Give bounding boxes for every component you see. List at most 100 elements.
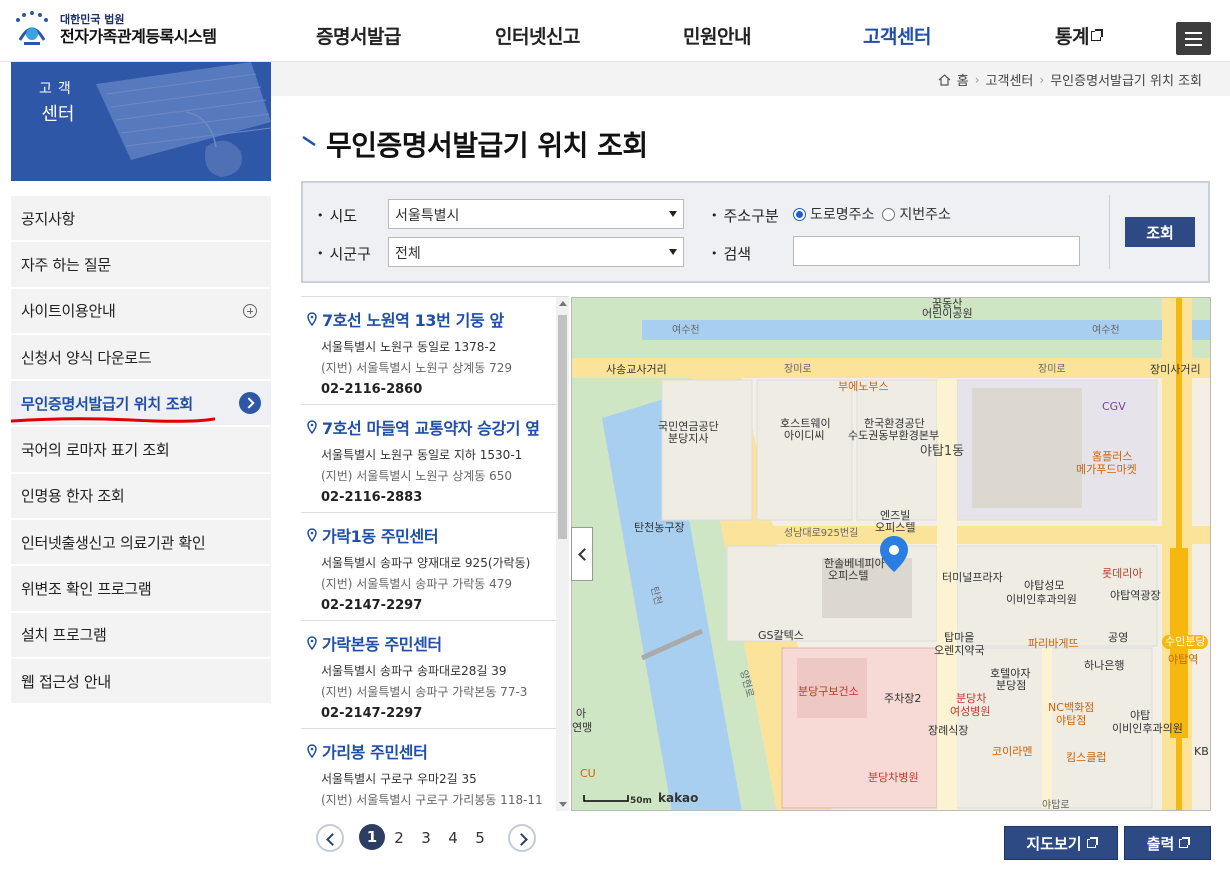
map-label: 야탑역광장 xyxy=(1110,589,1161,602)
list-item[interactable]: 가락본동 주민센터 서울특별시 송파구 송파대로28길 39 (지번) 서울특별… xyxy=(301,621,569,729)
map-label: 여성병원 xyxy=(950,705,991,718)
map-label: GS칼텍스 xyxy=(758,629,804,642)
site-logo[interactable]: 대한민국 법원 전자가족관계등록시스템 xyxy=(12,10,217,50)
page-title: 무인증명서발급기 위치 조회 xyxy=(326,129,648,162)
list-item[interactable]: 7호선 마들역 교통약자 승강기 옆 서울특별시 노원구 동일로 지하 1530… xyxy=(301,405,569,513)
sigungu-label: 시군구 xyxy=(317,243,371,264)
external-link-icon xyxy=(1086,836,1098,848)
hamburger-icon xyxy=(1185,31,1202,34)
kiosk-jibun-address: (지번) 서울특별시 송파구 가락본동 77-3 xyxy=(321,685,528,699)
scroll-up-icon[interactable] xyxy=(559,301,567,306)
map-label: 파리바게뜨 xyxy=(1028,637,1079,650)
breadcrumb-level1[interactable]: 고객센터 xyxy=(986,70,1034,89)
page-number[interactable]: 5 xyxy=(473,829,487,847)
sidebar-item-romanization[interactable]: 국어의 로마자 표기 조회 xyxy=(11,427,271,474)
collapse-list-button[interactable] xyxy=(571,527,593,581)
logo-subtitle: 대한민국 법원 xyxy=(60,13,125,26)
nav-civil-guide[interactable]: 민원안내 xyxy=(683,22,751,49)
scroll-down-icon[interactable] xyxy=(559,802,567,807)
radio-road-address[interactable] xyxy=(793,207,806,221)
map-label: NC백화점 xyxy=(1048,701,1095,714)
map-label: 연맹 xyxy=(572,721,593,734)
map-label: 이비인후과의원 xyxy=(1112,722,1183,735)
page-number[interactable]: 4 xyxy=(446,829,460,847)
page-number-current[interactable]: 1 xyxy=(359,824,385,850)
breadcrumb-current: 무인증명서발급기 위치 조회 xyxy=(1050,74,1202,89)
print-button[interactable]: 출력 xyxy=(1124,826,1211,860)
map-label: 하나은행 xyxy=(1084,659,1125,672)
sidebar-item-forgery-check[interactable]: 위변조 확인 프로그램 xyxy=(11,566,271,613)
map-label: 아이디씨 xyxy=(784,429,825,442)
site-header: 대한민국 법원 전자가족관계등록시스템 증명서발급 인터넷신고 민원안내 고객센… xyxy=(0,0,1230,62)
radio-jibun-address[interactable] xyxy=(882,207,896,221)
dropdown-caret-icon xyxy=(669,249,677,255)
map-label: 오렌지약국 xyxy=(934,644,985,657)
sidebar-item-name-hanja[interactable]: 인명용 한자 조회 xyxy=(11,473,271,521)
map-label: 분당구보건소 xyxy=(798,685,859,698)
nav-internet-report[interactable]: 인터넷신고 xyxy=(495,22,580,49)
breadcrumb-bar: 홈 › 고객센터 › 무인증명서발급기 위치 조회 xyxy=(271,62,1230,96)
location-pin-icon xyxy=(307,312,317,326)
all-menu-button[interactable] xyxy=(1176,22,1211,55)
map-brand-logo[interactable]: kakao xyxy=(658,792,698,804)
map-scale-label: 50m xyxy=(630,796,652,806)
list-item[interactable]: 7호선 노원역 13번 기둥 앞 서울특별시 노원구 동일로 1378-2 (지… xyxy=(301,297,569,405)
sido-select[interactable]: 서울특별시 xyxy=(388,199,684,229)
kiosk-road-address: 서울특별시 송파구 양재대로 925(가락동) xyxy=(321,556,531,570)
breadcrumb: 홈 › 고객센터 › 무인증명서발급기 위치 조회 xyxy=(938,70,1202,89)
scrollbar-thumb[interactable] xyxy=(558,315,567,539)
kiosk-road-address: 서울특별시 노원구 동일로 지하 1530-1 xyxy=(321,448,523,462)
address-type-label: 주소구분 xyxy=(711,205,779,226)
search-panel: 시도 서울특별시 시군구 전체 주소구분 도로명주소 지번주소 검색 조회 xyxy=(301,181,1210,283)
kiosk-name[interactable]: 가리봉 주민센터 xyxy=(322,739,428,763)
sidebar-item-birth-hospital[interactable]: 인터넷출생신고 의료기관 확인 xyxy=(11,520,271,567)
search-submit-button[interactable]: 조회 xyxy=(1125,217,1195,247)
radio-road-address-label[interactable]: 도로명주소 xyxy=(810,204,874,224)
kiosk-name[interactable]: 7호선 노원역 13번 기둥 앞 xyxy=(322,307,504,331)
nav-statistics[interactable]: 통계 xyxy=(1055,22,1103,49)
map-label: 분당차병원 xyxy=(868,771,919,784)
map-label: 여수천 xyxy=(1092,325,1120,336)
kiosk-name[interactable]: 가락1동 주민센터 xyxy=(322,523,439,547)
radio-jibun-address-label[interactable]: 지번주소 xyxy=(899,204,951,224)
map-label: 공영 xyxy=(1108,631,1129,644)
sidebar-item-form-download[interactable]: 신청서 양식 다운로드 xyxy=(11,334,271,382)
map-label: CGV xyxy=(1102,400,1126,413)
nav-certificate[interactable]: 증명서발급 xyxy=(316,22,401,49)
next-page-button[interactable] xyxy=(508,824,536,852)
keyword-input[interactable] xyxy=(793,236,1080,266)
map-view[interactable]: 꿈동산 어린이공원 여수천 여수천 사송교사거리 장미로 장미로 장미사거리 부… xyxy=(571,297,1211,811)
map-label: 여수천 xyxy=(672,325,700,336)
page-number[interactable]: 3 xyxy=(419,829,433,847)
kiosk-name[interactable]: 가락본동 주민센터 xyxy=(322,631,442,655)
breadcrumb-home[interactable]: 홈 xyxy=(957,70,969,89)
kiosk-phone: 02-2116-2860 xyxy=(321,382,423,397)
list-scrollbar[interactable] xyxy=(556,297,569,811)
map-label: 야탑역 xyxy=(1168,653,1199,666)
sidebar-item-notice[interactable]: 공지사항 xyxy=(11,196,271,243)
map-label: 부에노부스 xyxy=(838,380,889,393)
list-item[interactable]: 가락1동 주민센터 서울특별시 송파구 양재대로 925(가락동) (지번) 서… xyxy=(301,513,569,621)
map-label: 킴스클럽 xyxy=(1066,751,1107,764)
map-label: 탑마을 xyxy=(944,631,975,644)
map-label: 수도권동부환경본부 xyxy=(848,429,940,442)
prev-page-button[interactable] xyxy=(316,824,344,852)
kiosk-jibun-address: (지번) 서울특별시 노원구 상계동 729 xyxy=(321,361,513,375)
sigungu-select[interactable]: 전체 xyxy=(388,237,684,267)
sidebar-item-accessibility[interactable]: 웹 접근성 안내 xyxy=(11,658,271,706)
expand-plus-icon[interactable] xyxy=(243,303,257,318)
sidebar-item-install[interactable]: 설치 프로그램 xyxy=(11,612,271,659)
nav-customer-center[interactable]: 고객센터 xyxy=(863,22,931,49)
map-label: 주차장2 xyxy=(884,692,922,705)
page-number[interactable]: 2 xyxy=(392,829,406,847)
sidebar-item-faq[interactable]: 자주 하는 질문 xyxy=(11,242,271,289)
breadcrumb-separator: › xyxy=(1039,72,1045,87)
map-label: 야탑1동 xyxy=(920,444,965,459)
kiosk-phone: 02-2116-2883 xyxy=(321,490,423,505)
kiosk-name[interactable]: 7호선 마들역 교통약자 승강기 옆 xyxy=(322,415,540,439)
address-type-radios: 도로명주소 지번주소 xyxy=(793,204,951,224)
sidebar-menu: 공지사항 자주 하는 질문 사이트이용안내 신청서 양식 다운로드 무인증명서발… xyxy=(11,196,271,706)
list-item[interactable]: 가리봉 주민센터 서울특별시 구로구 우마2길 35 (지번) 서울특별시 구로… xyxy=(301,729,569,811)
sidebar-item-site-guide[interactable]: 사이트이용안내 xyxy=(11,288,271,335)
map-view-button[interactable]: 지도보기 xyxy=(1004,826,1118,860)
